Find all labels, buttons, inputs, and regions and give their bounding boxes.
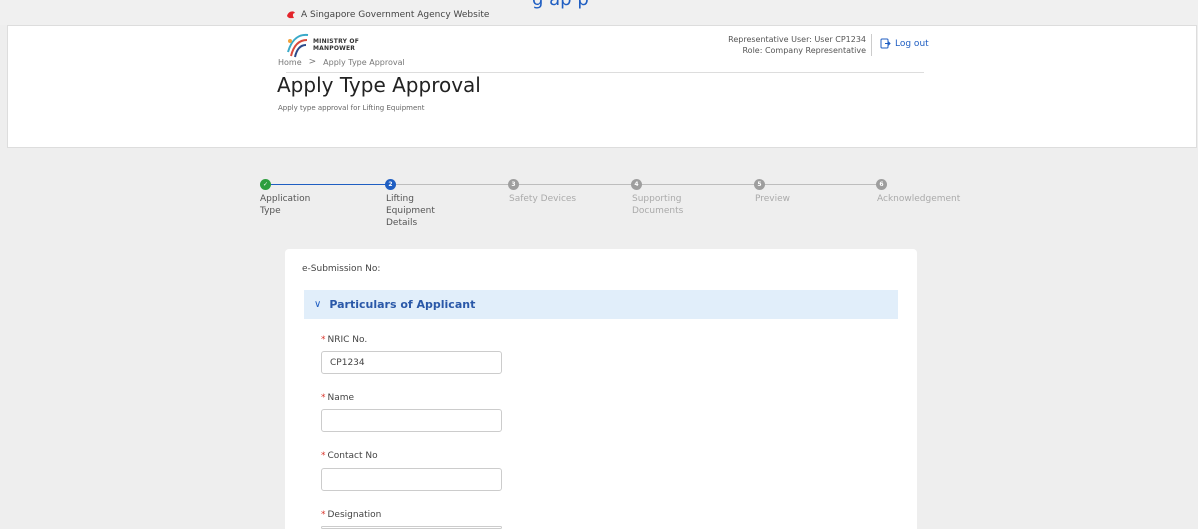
logout-button[interactable]: Log out: [880, 38, 929, 49]
esubmission-label: e-Submission No:: [302, 264, 381, 274]
nric-input[interactable]: [321, 351, 502, 374]
step-6-circle: 6: [876, 179, 887, 190]
breadcrumb-home[interactable]: Home: [278, 58, 302, 67]
section-title: Particulars of Applicant: [329, 298, 476, 311]
step-1-label: Application Type: [260, 194, 311, 216]
logout-label: Log out: [895, 38, 929, 49]
government-bar: g ap p A Singapore Government Agency Web…: [0, 0, 1198, 25]
required-mark: *: [321, 393, 326, 403]
step-4-circle: 4: [631, 179, 642, 190]
logout-icon: [880, 38, 891, 49]
particulars-of-applicant-section-header[interactable]: ∨ Particulars of Applicant: [304, 290, 898, 319]
step-2-circle: 2: [385, 179, 396, 190]
step-3-circle: 3: [508, 179, 519, 190]
government-agency-text: A Singapore Government Agency Website: [301, 10, 490, 20]
designation-label: * Designation: [321, 510, 382, 520]
role-text: Role: Company Representative: [742, 46, 866, 55]
mom-logo-icon: [287, 33, 309, 58]
site-header: MINISTRY OF MANPOWER Representative User…: [7, 25, 1197, 148]
contact-no-label: * Contact No: [321, 451, 378, 461]
required-mark: *: [321, 335, 326, 345]
name-label: * Name: [321, 393, 355, 403]
user-info: Representative User: User CP1234 Role: C…: [688, 34, 866, 56]
step-6-label: Acknowledgement: [877, 194, 961, 204]
mom-logo-text: MINISTRY OF MANPOWER: [313, 38, 359, 52]
cut-off-text: g ap p: [532, 0, 589, 10]
step-1-check-icon: ✓: [260, 179, 271, 190]
step-connector-1: [266, 184, 390, 185]
chevron-down-icon: ∨: [314, 299, 322, 310]
page-subtitle: Apply type approval for Lifting Equipmen…: [278, 104, 425, 112]
nric-label: * NRIC No.: [321, 335, 368, 345]
required-mark: *: [321, 510, 326, 520]
header-divider: [871, 34, 872, 56]
singapore-lion-icon: [287, 11, 295, 19]
step-5-circle: 5: [754, 179, 765, 190]
breadcrumb-current: Apply Type Approval: [323, 57, 405, 67]
step-5-label: Preview: [755, 194, 791, 204]
representative-user-text: Representative User: User CP1234: [728, 35, 866, 44]
page-title: Apply Type Approval: [277, 73, 481, 97]
step-3-label: Safety Devices: [509, 194, 577, 204]
mom-logo[interactable]: MINISTRY OF MANPOWER: [286, 32, 359, 58]
required-mark: *: [321, 451, 326, 461]
breadcrumb: Home > Apply Type Approval: [278, 57, 405, 67]
name-input[interactable]: [321, 409, 502, 432]
contact-no-input[interactable]: [321, 468, 502, 491]
step-4-label: Supporting Documents: [632, 194, 684, 216]
step-2-label: Lifting Equipment Details: [386, 194, 435, 228]
breadcrumb-separator-icon: >: [308, 57, 317, 67]
